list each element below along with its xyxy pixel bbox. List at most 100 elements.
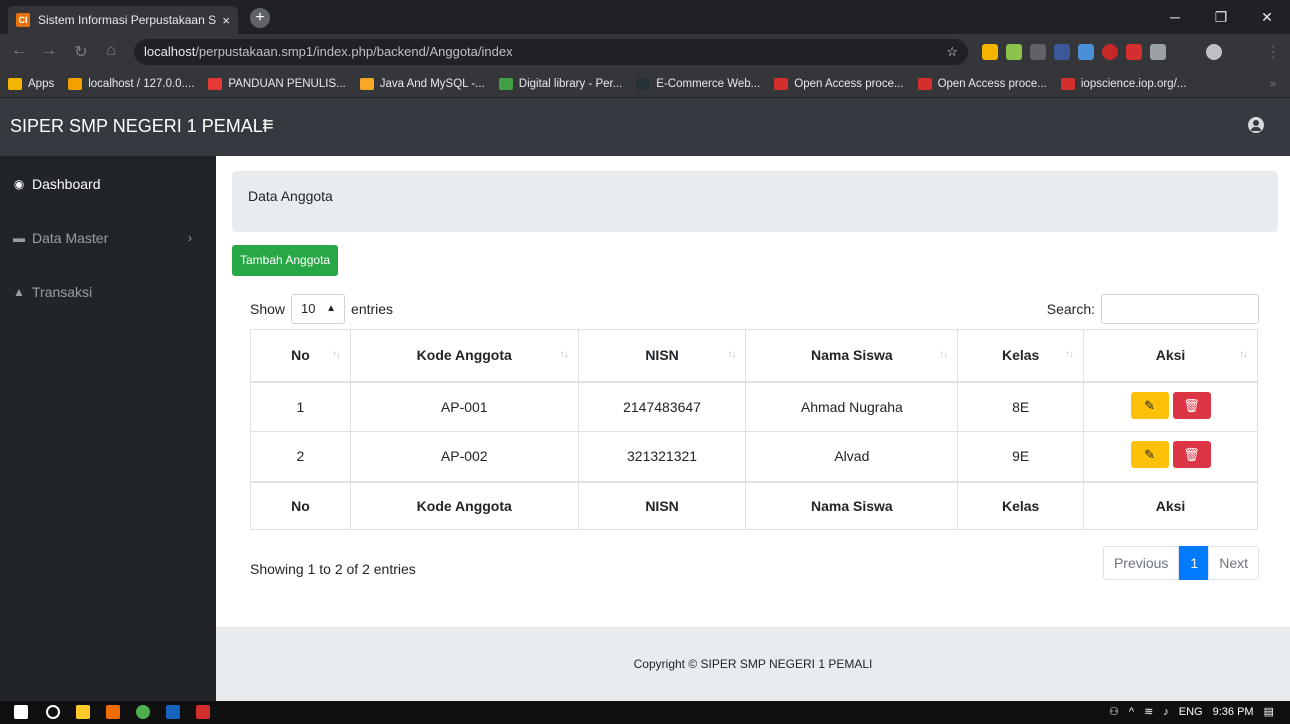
extension-5-icon[interactable] xyxy=(1078,44,1094,60)
address-bar[interactable]: ⓘlocalhost/perpustakaan.smp1/index.php/b… xyxy=(134,39,968,465)
column-footer: Aksi xyxy=(1083,480,1258,530)
bookmark-item[interactable]: PANDUAN PENULIS... xyxy=(208,77,346,90)
cell-kode: AP-001 xyxy=(349,381,579,432)
browser-tab-strip: CI Sistem Informasi Perpustakaan SI × + … xyxy=(0,0,1290,34)
edit-icon: ✎ xyxy=(1144,447,1155,463)
acrobat-extension-icon[interactable] xyxy=(1126,44,1142,60)
chart-icon: ▲ xyxy=(13,285,25,299)
sidebar-item-dashboard[interactable]: ◉ Dashboard xyxy=(12,172,202,196)
language-indicator[interactable]: ENG xyxy=(1179,701,1203,724)
browser-tab[interactable]: CI Sistem Informasi Perpustakaan SI × xyxy=(8,6,238,34)
entries-select[interactable]: 10 ▲ xyxy=(291,294,346,324)
column-header[interactable]: Kode Anggota ↑↓ xyxy=(349,329,579,383)
profile-avatar-icon[interactable] xyxy=(1206,44,1222,60)
search-input[interactable] xyxy=(1101,294,1259,324)
bookmark-label: Open Access proce... xyxy=(937,77,1047,90)
bookmark-label: Java And MySQL -... xyxy=(379,77,485,90)
sidebar-item-label: Dashboard xyxy=(32,176,101,192)
restore-button[interactable]: ❐ xyxy=(1198,0,1244,34)
iop-icon xyxy=(1060,77,1075,90)
acrobat-icon[interactable] xyxy=(196,705,210,719)
tab-close-icon[interactable]: × xyxy=(222,13,230,28)
extension-3-icon[interactable] xyxy=(1030,44,1046,60)
notification-icon[interactable]: ▤ xyxy=(1264,701,1274,724)
bookmark-item[interactable]: Open Access proce... xyxy=(774,77,904,90)
tray-chevron-icon[interactable]: ^ xyxy=(1129,701,1134,724)
app-navbar: SIPER SMP NEGERI 1 PEMALI ≡ xyxy=(0,98,1290,156)
extension-1-icon[interactable] xyxy=(982,44,998,60)
column-header-label: Kelas xyxy=(1001,347,1040,364)
site-favicon-icon: CI xyxy=(16,13,30,27)
table-search: Search: xyxy=(1047,294,1259,324)
reload-icon[interactable]: ↻ xyxy=(70,42,92,62)
cell-no: 1 xyxy=(250,381,351,432)
column-header-label: NISN xyxy=(645,347,679,364)
windows-start-icon[interactable] xyxy=(14,705,28,719)
sublime-text-icon[interactable] xyxy=(106,705,120,719)
extension-2-icon[interactable] xyxy=(1006,44,1022,60)
file-explorer-icon[interactable] xyxy=(76,705,90,719)
more-bookmarks-icon[interactable]: » xyxy=(1270,78,1276,90)
sidebar-item-transaksi[interactable]: ▲ Transaksi xyxy=(12,280,202,304)
table-info: Showing 1 to 2 of 2 entries xyxy=(250,561,416,577)
sort-icon: ↑↓ xyxy=(939,349,948,360)
edit-button[interactable]: ✎ xyxy=(1130,441,1169,469)
volume-icon[interactable]: ♪ xyxy=(1163,701,1169,724)
cell-nisn: 2147483647 xyxy=(577,381,747,432)
bookmark-item[interactable]: Java And MySQL -... xyxy=(359,77,485,90)
url-path: /perpustakaan.smp1/index.php/backend/Ang… xyxy=(195,44,513,59)
minimize-button[interactable]: ─ xyxy=(1152,0,1198,34)
page-1-button[interactable]: 1 xyxy=(1179,546,1210,580)
column-header[interactable]: Kelas ↑↓ xyxy=(957,329,1085,383)
user-account-icon[interactable] xyxy=(1248,117,1264,133)
cell-no: 2 xyxy=(250,431,351,482)
bookmark-item[interactable]: localhost / 127.0.0.... xyxy=(68,77,194,90)
column-header-label: Aksi xyxy=(1155,347,1186,364)
column-header[interactable]: NISN ↑↓ xyxy=(577,329,747,383)
bookmark-star-icon[interactable]: ☆ xyxy=(946,39,958,65)
back-icon[interactable]: ← xyxy=(8,42,30,60)
bookmark-item[interactable]: Digital library - Per... xyxy=(498,77,622,90)
bookmark-item[interactable]: iopscience.iop.org/... xyxy=(1060,77,1187,90)
people-icon[interactable]: ⚇ xyxy=(1109,701,1119,724)
delete-button[interactable]: 🗑 xyxy=(1172,441,1211,469)
drive-extension-icon[interactable] xyxy=(1150,44,1166,60)
close-window-button[interactable]: ✕ xyxy=(1244,0,1290,34)
sidebar-item-data-master[interactable]: ▬ Data Master › xyxy=(12,226,202,250)
next-page-button[interactable]: Next xyxy=(1208,546,1259,580)
facebook-extension-icon[interactable] xyxy=(1054,44,1070,60)
search-icon[interactable] xyxy=(46,705,60,719)
bookmark-item[interactable]: Apps xyxy=(8,77,54,90)
sidebar-item-label: Transaksi xyxy=(32,284,93,300)
sidebar: ◉ Dashboard ▬ Data Master › ▲ Transaksi xyxy=(0,156,216,701)
home-icon[interactable]: ⌂ xyxy=(100,42,122,60)
new-tab-button[interactable]: + xyxy=(250,8,270,28)
bookmark-label: iopscience.iop.org/... xyxy=(1080,77,1187,90)
app-brand[interactable]: SIPER SMP NEGERI 1 PEMALI xyxy=(10,116,268,137)
chrome-icon[interactable] xyxy=(136,705,150,719)
forward-icon[interactable]: → xyxy=(38,42,60,60)
green-doc-icon xyxy=(498,77,513,90)
delete-button[interactable]: 🗑 xyxy=(1172,391,1211,419)
edit-icon: ✎ xyxy=(1144,397,1155,413)
word-icon[interactable] xyxy=(166,705,180,719)
edit-button[interactable]: ✎ xyxy=(1130,391,1169,419)
breadcrumb: Data Anggota xyxy=(232,171,1278,232)
pdf-icon xyxy=(208,77,223,90)
sidebar-toggle-icon[interactable]: ≡ xyxy=(262,114,274,137)
column-header[interactable]: Aksi ↑↓ xyxy=(1083,329,1258,383)
adblock-icon[interactable] xyxy=(1102,44,1118,60)
entries-length-control: Show 10 ▲ entries xyxy=(250,294,393,324)
cell-kelas: 8E xyxy=(957,381,1085,432)
column-header[interactable]: No ↑↓ xyxy=(250,329,351,383)
network-icon[interactable]: ≋ xyxy=(1144,701,1153,724)
table-row: 2 AP-002 321321321 Alvad 9E ✎ 🗑 xyxy=(250,431,1258,482)
previous-page-button[interactable]: Previous xyxy=(1102,546,1180,580)
cell-actions: ✎ 🗑 xyxy=(1083,381,1258,432)
clock[interactable]: 9:36 PM xyxy=(1213,701,1254,724)
column-header[interactable]: Nama Siswa ↑↓ xyxy=(745,329,959,383)
bookmark-item[interactable]: E-Commerce Web... xyxy=(636,77,760,90)
chrome-menu-icon[interactable]: ⋮ xyxy=(1262,42,1284,62)
add-member-button[interactable]: Tambah Anggota xyxy=(232,245,339,276)
bookmark-item[interactable]: Open Access proce... xyxy=(917,77,1047,90)
